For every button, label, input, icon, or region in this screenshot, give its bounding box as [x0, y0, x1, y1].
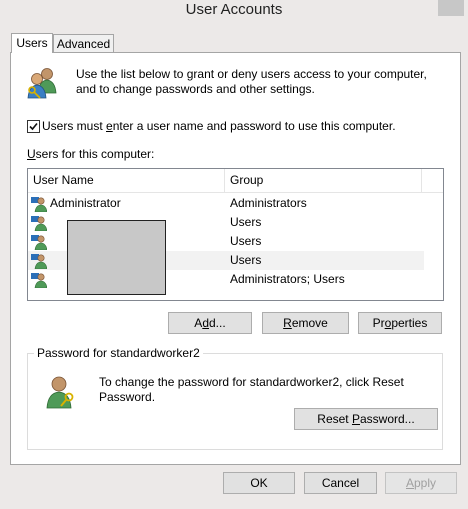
- properties-button-post: perties: [391, 316, 428, 330]
- password-info-line-2: Password.: [99, 390, 156, 404]
- remove-user-button-mnemonic: R: [283, 316, 292, 330]
- users-icon: [27, 68, 57, 99]
- column-header-user-name[interactable]: User Name: [28, 169, 227, 192]
- require-login-label-post: nter a user name and password to use thi…: [112, 119, 396, 133]
- add-user-button-post: d...: [209, 316, 226, 330]
- user-key-icon: [46, 376, 74, 409]
- users-list[interactable]: User Name Group Administrator Administra…: [27, 168, 444, 301]
- apply-button[interactable]: Apply: [385, 472, 457, 494]
- reset-password-button-mnemonic: P: [351, 412, 360, 426]
- intro-line-2: and to change passwords and other settin…: [76, 82, 315, 96]
- tab-advanced[interactable]: Advanced: [53, 34, 114, 53]
- table-row[interactable]: Administrator Administrators: [28, 194, 424, 213]
- password-group: Password for standardworker2 To change t…: [27, 346, 443, 450]
- properties-button[interactable]: Properties: [358, 312, 442, 334]
- add-user-button-mnemonic: d: [202, 316, 209, 330]
- remove-user-button-post: emove: [291, 316, 328, 330]
- users-tab-panel: Use the list below to grant or deny user…: [10, 52, 461, 465]
- add-user-button[interactable]: Add...: [168, 312, 252, 334]
- properties-button-pre: Pr: [372, 316, 385, 330]
- check-mark-icon: [29, 122, 38, 131]
- require-login-label-pre: Users must: [42, 119, 107, 133]
- group-cell: Administrators: [230, 196, 307, 210]
- column-divider[interactable]: [421, 169, 422, 192]
- users-list-label-mnemonic: U: [27, 147, 36, 161]
- reset-password-button-post: assword...: [360, 412, 415, 426]
- reset-password-button[interactable]: Reset Password...: [294, 408, 438, 430]
- users-list-header: User Name Group: [28, 169, 443, 193]
- close-button[interactable]: [438, 0, 464, 16]
- title-bar: User Accounts: [0, 0, 468, 22]
- tab-advanced-label: Advanced: [56, 37, 111, 51]
- reset-password-button-pre: Reset: [317, 412, 352, 426]
- user-name-cell: Administrator: [50, 196, 121, 210]
- cancel-button[interactable]: Cancel: [304, 472, 377, 494]
- password-group-title: Password for standardworker2: [34, 346, 203, 360]
- group-cell: Administrators; Users: [230, 272, 345, 286]
- user-icon: [31, 272, 48, 291]
- password-info-line-1: To change the password for standardworke…: [99, 375, 404, 389]
- apply-button-post: pply: [414, 476, 437, 490]
- require-login-label[interactable]: Users must enter a user name and passwor…: [42, 119, 396, 133]
- users-list-label-rest: sers for this computer:: [35, 147, 155, 161]
- ok-button[interactable]: OK: [223, 472, 295, 494]
- require-login-label-mnemonic: e: [106, 119, 113, 133]
- group-cell: Users: [230, 234, 262, 248]
- tab-users[interactable]: Users: [11, 33, 53, 53]
- group-cell: Users: [230, 253, 262, 267]
- window-title: User Accounts: [185, 1, 283, 18]
- apply-button-mnemonic: A: [405, 476, 414, 490]
- group-cell: Users: [230, 215, 262, 229]
- remove-user-button[interactable]: Remove: [262, 312, 349, 334]
- tab-users-label: Users: [16, 36, 48, 50]
- users-list-label: Users for this computer:: [27, 147, 154, 161]
- require-login-checkbox[interactable]: [27, 120, 40, 133]
- column-header-group[interactable]: Group: [225, 169, 420, 192]
- intro-line-1: Use the list below to grant or deny user…: [76, 67, 427, 81]
- redacted-user-names: [67, 220, 166, 295]
